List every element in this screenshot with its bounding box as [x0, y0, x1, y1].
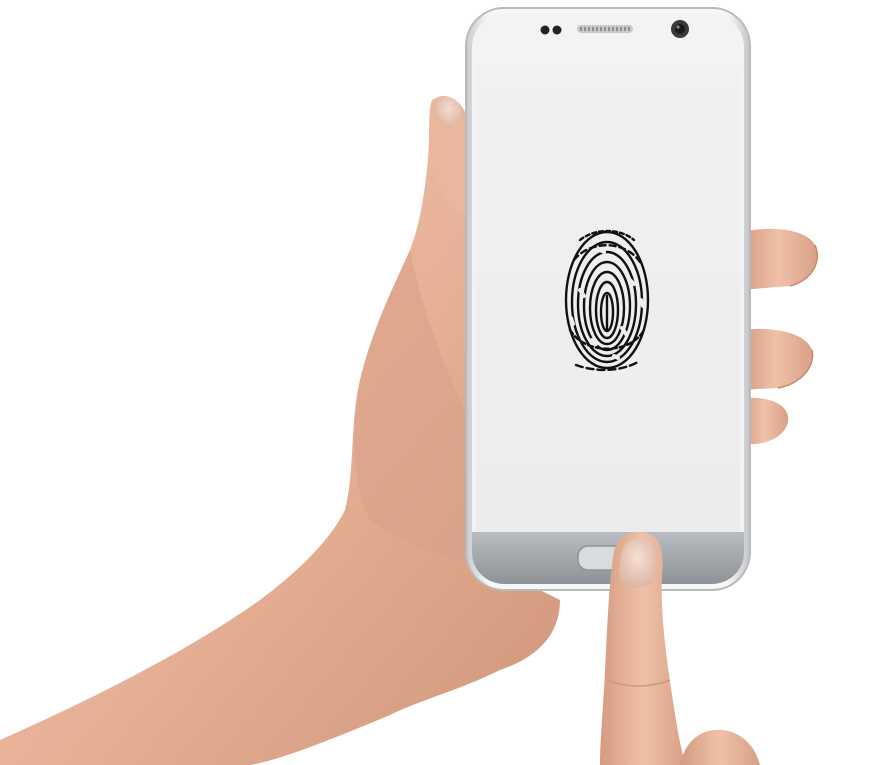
front-camera-icon — [671, 20, 689, 38]
scene-svg — [0, 0, 877, 765]
proximity-sensor-icon — [540, 25, 550, 35]
proximity-sensor-icon-2 — [552, 25, 562, 35]
fingerprint-icon — [564, 229, 650, 372]
earpiece-speaker-icon — [577, 25, 633, 33]
photo-scene — [0, 0, 877, 765]
index-finger-nail — [619, 538, 657, 588]
